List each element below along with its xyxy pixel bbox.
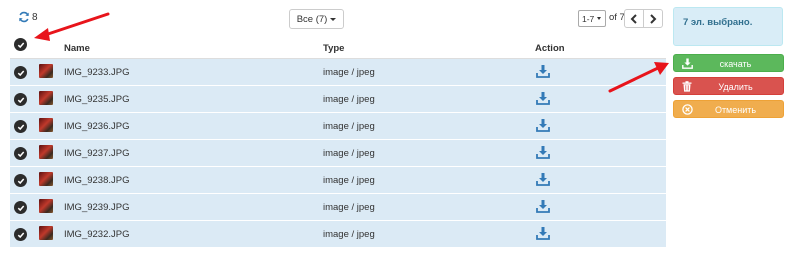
download-link[interactable] bbox=[536, 199, 550, 216]
chevron-left-icon bbox=[630, 13, 637, 24]
image-thumbnail bbox=[39, 145, 53, 159]
check-icon bbox=[17, 42, 24, 48]
download-icon bbox=[536, 146, 550, 159]
refresh-count: 8 bbox=[32, 11, 38, 23]
file-type: image / jpeg bbox=[323, 148, 375, 159]
check-icon bbox=[17, 151, 24, 157]
table-row[interactable]: IMG_9236.JPG image / jpeg bbox=[10, 113, 666, 140]
check-icon bbox=[17, 178, 24, 184]
table-row[interactable]: IMG_9237.JPG image / jpeg bbox=[10, 140, 666, 167]
select-all-checkbox[interactable] bbox=[14, 38, 27, 51]
download-icon bbox=[536, 173, 550, 186]
download-link[interactable] bbox=[536, 64, 550, 81]
file-name: IMG_9236.JPG bbox=[64, 121, 130, 132]
download-button-label: скачать bbox=[719, 59, 752, 69]
check-icon bbox=[17, 124, 24, 130]
download-link[interactable] bbox=[536, 118, 550, 135]
file-name: IMG_9238.JPG bbox=[64, 175, 130, 186]
download-link[interactable] bbox=[536, 145, 550, 162]
column-header-action: Action bbox=[535, 43, 565, 54]
check-icon bbox=[17, 97, 24, 103]
download-link[interactable] bbox=[536, 91, 550, 108]
table-row[interactable]: IMG_9232.JPG image / jpeg bbox=[10, 221, 666, 248]
download-icon bbox=[536, 92, 550, 105]
delete-button[interactable]: Удалить bbox=[673, 77, 784, 95]
check-icon bbox=[17, 232, 24, 238]
image-thumbnail bbox=[39, 199, 53, 213]
image-thumbnail bbox=[39, 226, 53, 240]
file-type: image / jpeg bbox=[323, 202, 375, 213]
file-name: IMG_9237.JPG bbox=[64, 148, 130, 159]
download-link[interactable] bbox=[536, 226, 550, 243]
table-row[interactable]: IMG_9239.JPG image / jpeg bbox=[10, 194, 666, 221]
prev-page-button[interactable] bbox=[624, 9, 644, 28]
selection-count-text: 7 эл. выбрано. bbox=[683, 17, 753, 28]
file-type: image / jpeg bbox=[323, 229, 375, 240]
annotation-arrow-top-left bbox=[34, 12, 110, 41]
row-checkbox[interactable] bbox=[14, 174, 27, 187]
row-checkbox[interactable] bbox=[14, 93, 27, 106]
file-name: IMG_9233.JPG bbox=[64, 67, 130, 78]
row-checkbox[interactable] bbox=[14, 120, 27, 133]
image-thumbnail bbox=[39, 64, 53, 78]
table-row[interactable]: IMG_9238.JPG image / jpeg bbox=[10, 167, 666, 194]
refresh-button[interactable]: 8 bbox=[18, 11, 38, 23]
image-thumbnail bbox=[39, 118, 53, 132]
download-icon bbox=[536, 65, 550, 78]
page-total: of 7 bbox=[609, 12, 625, 23]
page-range-value: 1-7 bbox=[582, 13, 595, 24]
row-checkbox[interactable] bbox=[14, 201, 27, 214]
cancel-button-label: Отменить bbox=[714, 105, 757, 115]
check-icon bbox=[17, 205, 24, 211]
image-thumbnail bbox=[39, 91, 53, 105]
chevron-right-icon bbox=[650, 13, 657, 24]
download-icon bbox=[536, 200, 550, 213]
row-checkbox[interactable] bbox=[14, 66, 27, 79]
download-icon bbox=[536, 119, 550, 132]
refresh-icon bbox=[19, 11, 29, 23]
file-name: IMG_9235.JPG bbox=[64, 94, 130, 105]
file-type: image / jpeg bbox=[323, 175, 375, 186]
filter-label: Все (7) bbox=[296, 13, 328, 25]
chevron-down-icon bbox=[597, 17, 602, 20]
next-page-button[interactable] bbox=[643, 9, 663, 28]
image-thumbnail bbox=[39, 172, 53, 186]
column-header-type[interactable]: Type bbox=[323, 43, 344, 54]
cancel-button[interactable]: Отменить bbox=[673, 100, 784, 118]
file-type: image / jpeg bbox=[323, 94, 375, 105]
table-row[interactable]: IMG_9235.JPG image / jpeg bbox=[10, 86, 666, 113]
delete-button-label: Удалить bbox=[718, 82, 753, 92]
download-icon bbox=[536, 227, 550, 240]
file-type: image / jpeg bbox=[323, 121, 375, 132]
download-button[interactable]: скачать bbox=[673, 54, 784, 72]
row-checkbox[interactable] bbox=[14, 228, 27, 241]
check-icon bbox=[17, 70, 24, 76]
file-type: image / jpeg bbox=[323, 67, 375, 78]
filter-dropdown[interactable]: Все (7) bbox=[289, 9, 344, 29]
page-range-select[interactable]: 1-7 bbox=[578, 10, 606, 27]
selection-alert: 7 эл. выбрано. bbox=[673, 7, 783, 46]
caret-down-icon bbox=[330, 17, 337, 21]
file-name: IMG_9232.JPG bbox=[64, 229, 130, 240]
row-checkbox[interactable] bbox=[14, 147, 27, 160]
table-row[interactable]: IMG_9233.JPG image / jpeg bbox=[10, 59, 666, 86]
file-name: IMG_9239.JPG bbox=[64, 202, 130, 213]
column-header-name[interactable]: Name bbox=[64, 43, 90, 54]
download-link[interactable] bbox=[536, 172, 550, 189]
